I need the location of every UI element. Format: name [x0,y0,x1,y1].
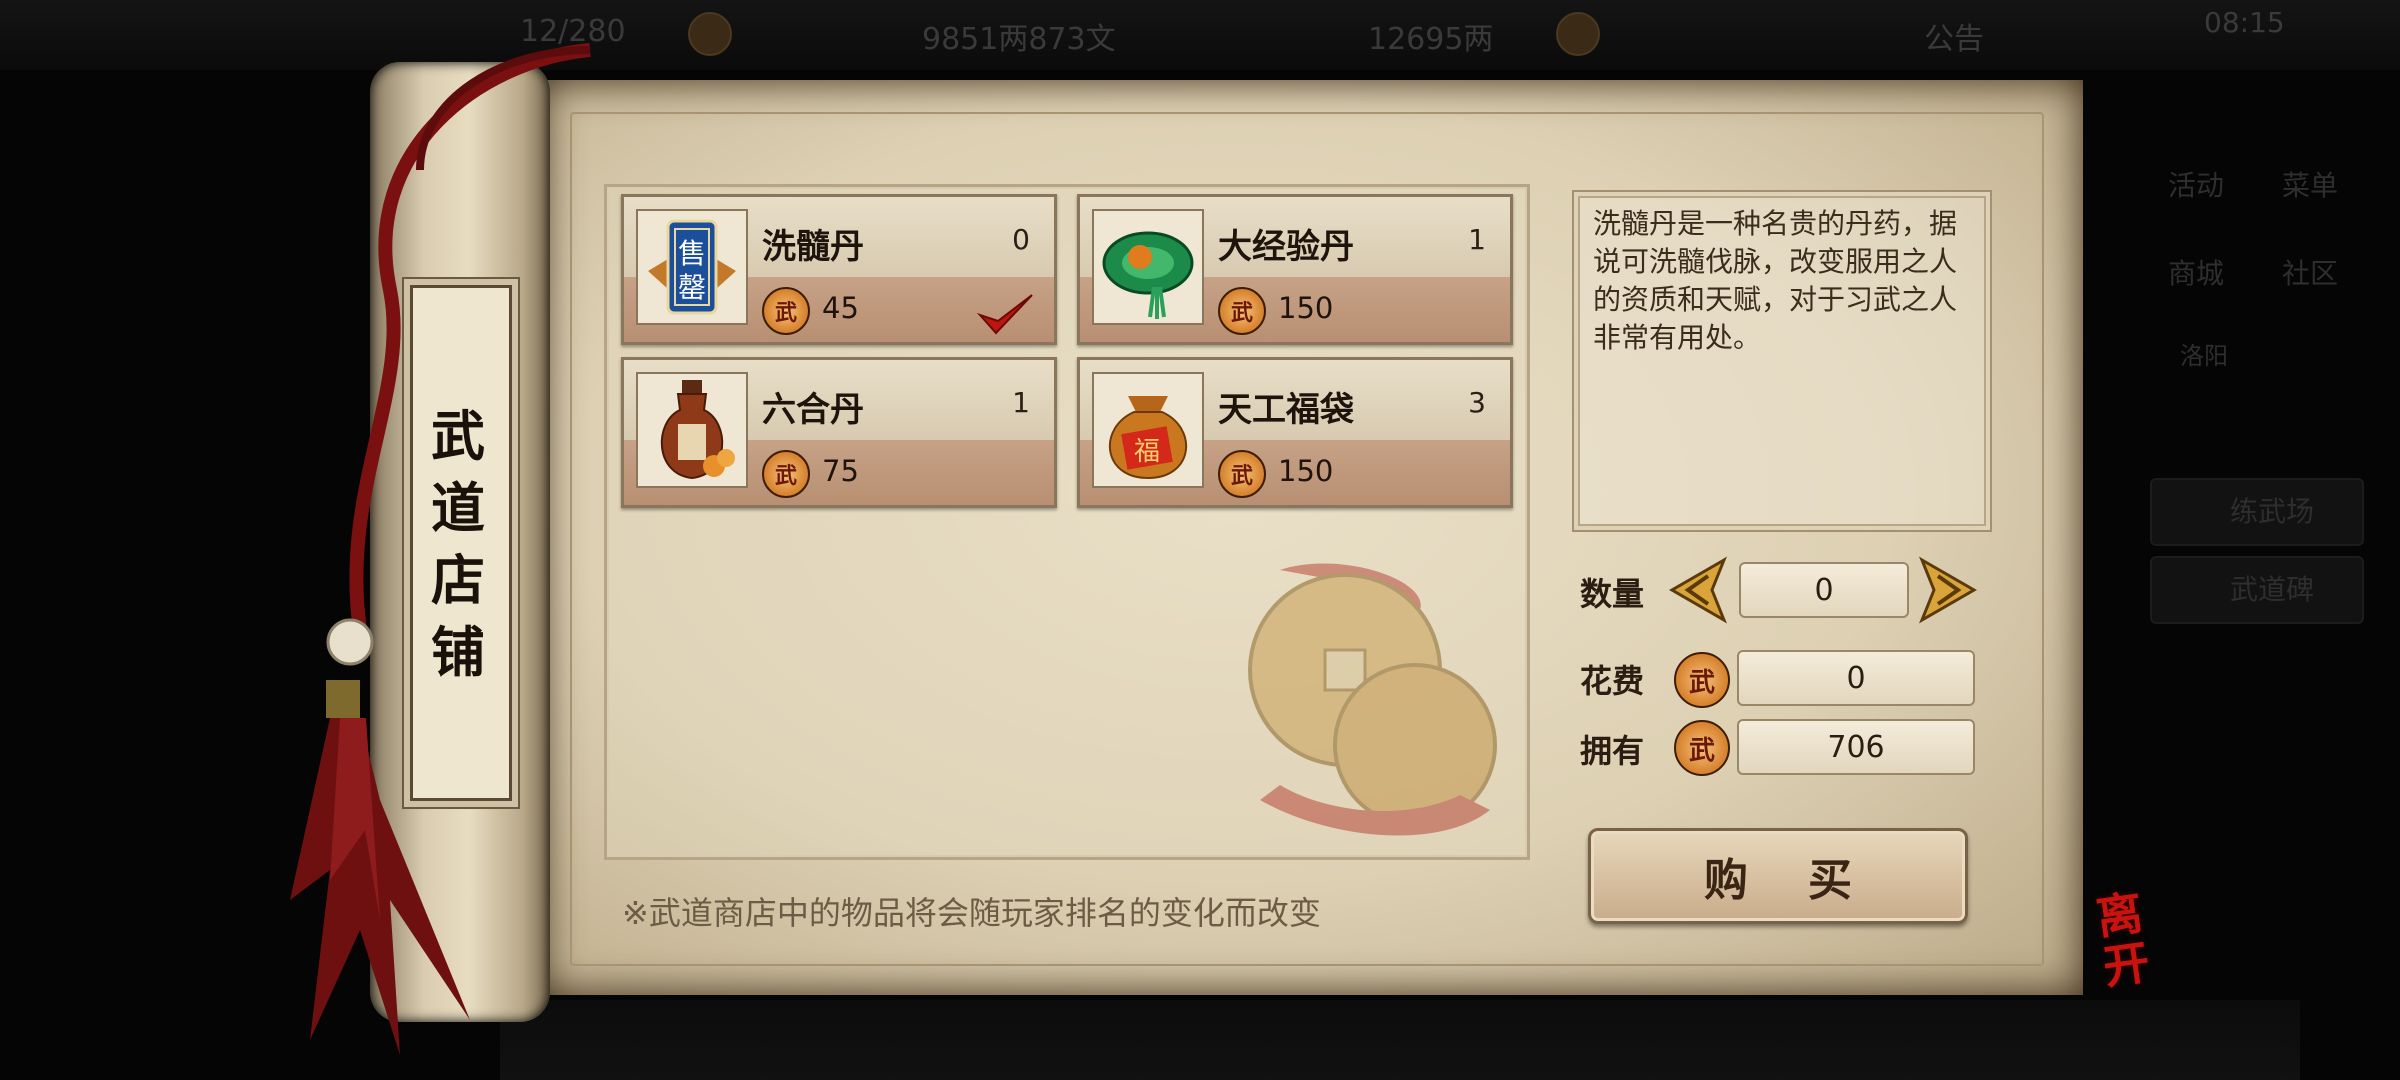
cost-label: 花费 [1580,662,1645,700]
cost-value: 0 [1737,650,1975,706]
training-field-label: 练武场 [2230,495,2315,528]
location-label: 洛阳 [2180,342,2228,370]
gold-value: 12695两 [1368,22,1494,57]
xisuidan-icon: 售 罄 [648,219,736,315]
own-value: 706 [1737,719,1975,775]
item-description: 洗髓丹是一种名贵的丹药，据说可洗髓伐脉，改变服用之人的资质和天赋，对于习武之人非… [1593,207,1958,354]
stamina-plus-button[interactable] [688,12,732,56]
item-name: 大经验丹 [1218,227,1354,267]
item-icon-frame: 售 罄 [636,209,748,325]
item-card-dajingyandan[interactable]: 大经验丹 1 武 150 [1077,194,1513,345]
svg-text:售: 售 [678,237,706,270]
wu-currency-icon: 武 [762,287,810,335]
item-card-tiangongfudai[interactable]: 福 天工福袋 3 武 150 [1077,357,1513,508]
tassel-cord-icon [326,43,591,666]
notice-button[interactable]: 公告 [1924,14,1984,58]
wu-currency-icon: 武 [1674,652,1730,708]
svg-text:福: 福 [1134,437,1160,467]
quantity-label: 数量 [1580,575,1645,613]
silver-value: 9851两873文 [922,22,1116,57]
item-name: 六合丹 [762,390,864,430]
item-name: 天工福袋 [1218,390,1354,430]
quantity-input[interactable]: 0 [1739,562,1909,618]
wu-currency-icon: 武 [1218,450,1266,498]
selected-check-icon [976,294,1033,335]
item-count: 3 [1468,386,1486,419]
increase-arrow-icon[interactable] [1918,556,1980,624]
item-name: 洗髓丹 [762,227,864,267]
lucky-bag-icon: 福 [1108,396,1188,480]
item-count: 1 [1012,386,1030,419]
item-icon-frame: 福 [1092,372,1204,488]
gourd-bottle-icon [660,380,735,480]
item-icon-frame [636,372,748,488]
menu-button[interactable]: 菜单 [2282,164,2338,204]
mall-button[interactable]: 商城 [2168,252,2224,292]
item-count: 1 [1468,223,1486,256]
item-card-xisuidan[interactable]: 售 罄 洗髓丹 0 武 45 [621,194,1057,345]
item-price: 45 [822,291,859,325]
community-button[interactable]: 社区 [2282,252,2338,292]
wu-currency-icon: 武 [762,450,810,498]
wu-currency-icon: 武 [1218,287,1266,335]
bottom-menu-bar [500,1000,2300,1080]
wu-currency-icon: 武 [1674,720,1730,776]
leave-button[interactable]: 离开 [2059,881,2186,1000]
item-price: 150 [1278,454,1334,488]
buy-button[interactable]: 购买 [1588,828,1968,924]
tassel-icon [290,680,470,1055]
clock: 08:15 [2204,6,2285,39]
gold-plus-button[interactable] [1556,12,1600,56]
jade-pill-icon [1102,231,1194,319]
item-icon-frame [1092,209,1204,325]
own-label: 拥有 [1580,732,1645,770]
decrease-arrow-icon[interactable] [1666,556,1728,624]
item-price: 75 [822,454,859,488]
item-card-liuhedan[interactable]: 六合丹 1 武 75 [621,357,1057,508]
shop-notice: ※武道商店中的物品将会随玩家排名的变化而改变 [622,894,1321,932]
coin-watermark-icon [1248,563,1497,836]
svg-text:罄: 罄 [678,271,706,304]
wudao-stele-label: 武道碑 [2230,573,2315,606]
item-price: 150 [1278,291,1334,325]
activity-button[interactable]: 活动 [2168,164,2224,204]
item-count: 0 [1012,223,1030,256]
